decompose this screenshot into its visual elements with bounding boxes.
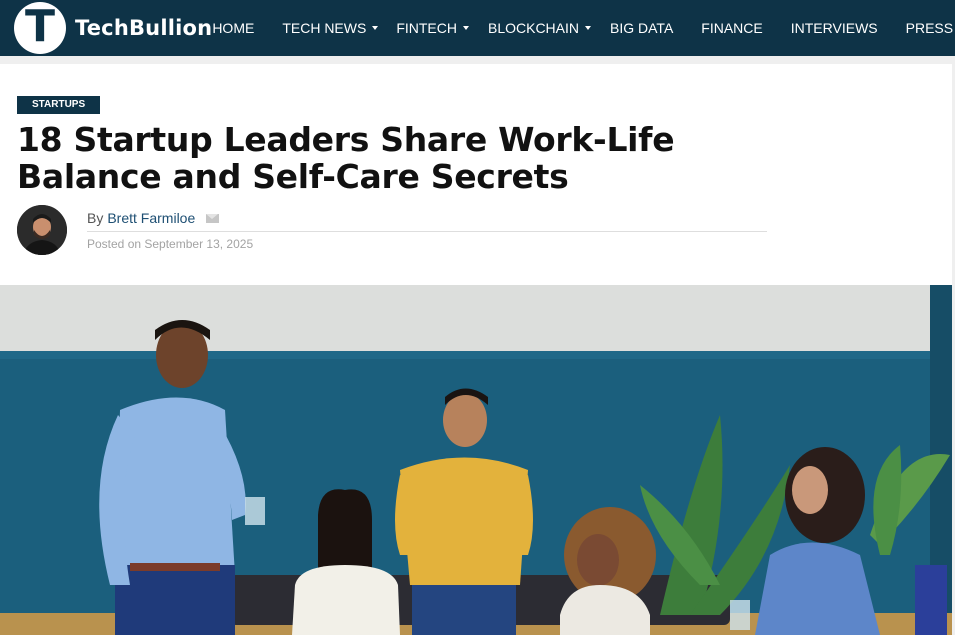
nav-label: FINANCE	[701, 20, 763, 36]
nav-fintech[interactable]: FINTECH	[396, 0, 469, 56]
nav-label: PRESS R	[905, 20, 955, 36]
article-title: 18 Startup Leaders Share Work-Life Balan…	[17, 120, 675, 196]
nav-tech-news[interactable]: TECH NEWS	[282, 0, 379, 56]
site-logo[interactable]: T TechBullion	[14, 2, 212, 54]
author-link[interactable]: Brett Farmiloe	[107, 210, 195, 226]
logo-text: TechBullion	[75, 16, 213, 40]
site-header: T TechBullion HOME TECH NEWS FINTECH BLO…	[0, 0, 955, 56]
nav-label: FINTECH	[396, 20, 457, 36]
nav-label: INTERVIEWS	[790, 20, 878, 36]
nav-label: BIG DATA	[610, 20, 674, 36]
nav-label: TECH NEWS	[282, 20, 367, 36]
nav-interviews[interactable]: INTERVIEWS	[791, 0, 878, 56]
nav-label: BLOCKCHAIN	[487, 20, 580, 36]
logo-badge: T	[14, 2, 66, 54]
chevron-down-icon	[372, 26, 379, 30]
nav-home[interactable]: HOME	[212, 0, 254, 56]
chevron-down-icon	[462, 26, 469, 30]
mail-icon[interactable]	[206, 213, 220, 223]
post-date: Posted on September 13, 2025	[87, 237, 254, 251]
nav-big-data[interactable]: BIG DATA	[610, 0, 673, 56]
byline-divider	[87, 231, 767, 232]
category-badge[interactable]: STARTUPS	[17, 96, 101, 114]
byline: By Brett Farmiloe	[87, 210, 220, 226]
featured-image	[0, 285, 952, 635]
main-nav: HOME TECH NEWS FINTECH BLOCKCHAIN BIG DA…	[212, 0, 955, 56]
nav-label: HOME	[212, 20, 255, 36]
nav-press-releases[interactable]: PRESS R	[906, 0, 955, 56]
nav-finance[interactable]: FINANCE	[701, 0, 762, 56]
chevron-down-icon	[585, 26, 592, 30]
header-gap	[0, 56, 955, 64]
author-avatar[interactable]	[17, 205, 67, 255]
article-header-card: STARTUPS 18 Startup Leaders Share Work-L…	[0, 64, 952, 285]
byline-prefix: By	[87, 210, 104, 226]
nav-blockchain[interactable]: BLOCKCHAIN	[487, 0, 592, 56]
logo-letter: T	[24, 1, 55, 52]
